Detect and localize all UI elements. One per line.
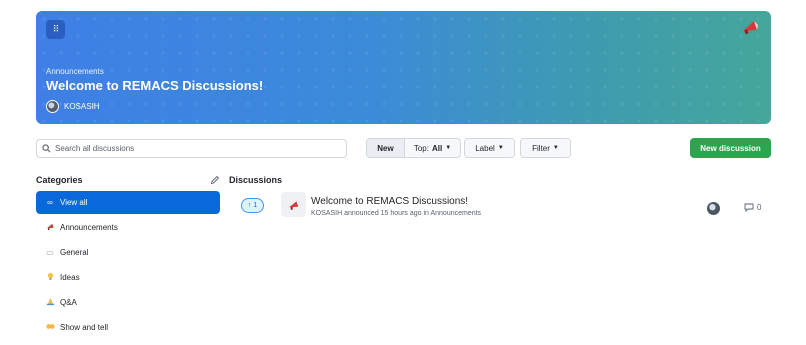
category-label: Show and tell xyxy=(60,323,109,332)
raised-hands-icon xyxy=(45,322,55,333)
banner-author[interactable]: KOSASIH xyxy=(46,100,100,113)
comment-count-value: 0 xyxy=(757,203,762,212)
megaphone-icon xyxy=(45,222,55,233)
category-label: General xyxy=(60,248,89,257)
avatar[interactable] xyxy=(707,202,720,215)
filter-dropdown-label: Filter xyxy=(532,143,550,153)
category-label: Ideas xyxy=(60,273,80,282)
search-input[interactable] xyxy=(55,144,335,153)
category-item-ideas[interactable]: Ideas xyxy=(36,266,220,289)
sort-top-button[interactable]: Top: All ▼ xyxy=(404,138,461,158)
category-label: Q&A xyxy=(60,298,77,307)
banner-title[interactable]: Welcome to REMACS Discussions! xyxy=(46,78,263,93)
pencil-icon[interactable] xyxy=(210,175,220,185)
grip-icon[interactable]: ⠿ xyxy=(46,20,65,39)
comment-icon xyxy=(744,203,754,212)
upvote-button[interactable]: ↑ 1 xyxy=(241,198,264,213)
infinity-icon: ∞ xyxy=(47,198,53,207)
arrow-up-icon: ↑ xyxy=(247,202,252,209)
category-item-view-all[interactable]: ∞ View all xyxy=(36,191,220,214)
discussions-heading: Discussions xyxy=(229,175,283,185)
pray-icon xyxy=(45,297,55,308)
speech-icon: ▭ xyxy=(46,248,54,257)
megaphone-icon xyxy=(740,17,760,37)
vote-count: 1 xyxy=(253,202,258,209)
category-label: View all xyxy=(60,198,88,207)
caret-down-icon: ▼ xyxy=(497,145,504,151)
sort-top-label: Top: xyxy=(413,143,429,153)
categories-list: ∞ View all Announcements ▭ General Ideas… xyxy=(36,191,220,341)
sort-new-button[interactable]: New xyxy=(366,138,405,158)
sort-new-label: New xyxy=(377,143,394,153)
featured-discussion-banner[interactable]: ⠿ Announcements Welcome to REMACS Discus… xyxy=(36,11,771,124)
avatar[interactable] xyxy=(46,100,59,113)
discussion-title-link[interactable]: Welcome to REMACS Discussions! xyxy=(311,196,468,207)
category-label: Announcements xyxy=(60,223,118,232)
sort-top-value: All xyxy=(431,143,443,153)
caret-down-icon: ▼ xyxy=(552,145,559,151)
categories-heading: Categories xyxy=(36,175,83,185)
new-discussion-button[interactable]: New discussion xyxy=(690,138,771,158)
megaphone-icon xyxy=(281,192,306,217)
comment-count[interactable]: 0 xyxy=(744,203,761,212)
lightbulb-icon xyxy=(45,272,55,283)
filter-dropdown-button[interactable]: Filter ▼ xyxy=(520,138,571,158)
label-dropdown-button[interactable]: Label ▼ xyxy=(464,138,515,158)
search-field[interactable] xyxy=(36,139,347,158)
search-icon xyxy=(42,144,51,153)
category-item-qa[interactable]: Q&A xyxy=(36,291,220,314)
discussion-meta: KOSASIH announced 15 hours ago in Announ… xyxy=(311,210,482,217)
discussion-row[interactable]: ↑ 1 Welcome to REMACS Discussions! KOSAS… xyxy=(229,192,771,222)
label-dropdown-label: Label xyxy=(475,143,495,153)
banner-pattern xyxy=(36,11,771,124)
category-item-announcements[interactable]: Announcements xyxy=(36,216,220,239)
category-item-general[interactable]: ▭ General xyxy=(36,241,220,264)
caret-down-icon: ▼ xyxy=(445,145,452,151)
banner-category-label[interactable]: Announcements xyxy=(46,67,104,76)
banner-author-name[interactable]: KOSASIH xyxy=(64,102,100,111)
category-item-show-and-tell[interactable]: Show and tell xyxy=(36,316,220,339)
